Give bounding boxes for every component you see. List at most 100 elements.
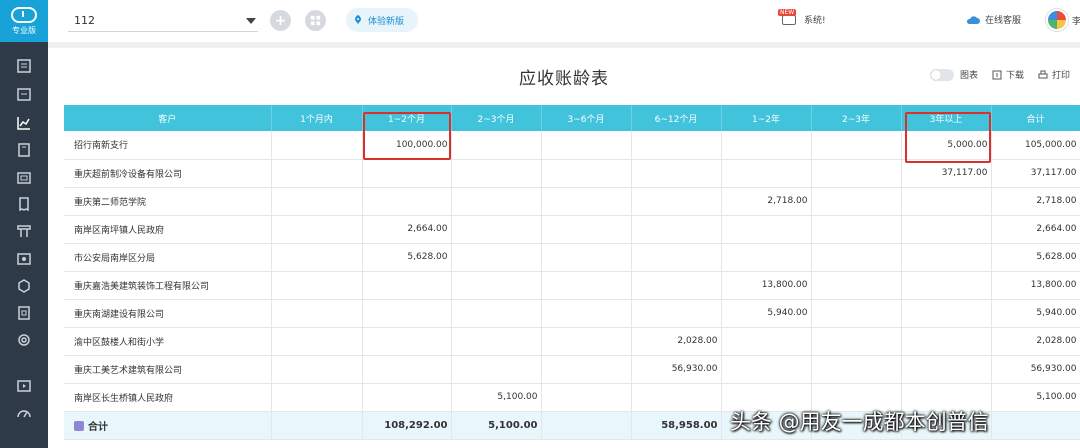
amount-cell <box>631 131 722 160</box>
customer-cell: 重庆第二师范学院 <box>64 187 272 216</box>
report-panel: 应收账龄表 图表 下载 打印 客户 1个月内 1~2个月 2~3个月 3~6个月… <box>48 42 1080 448</box>
user-name[interactable]: 李 <box>1072 14 1080 27</box>
column-header[interactable]: 1~2年 <box>721 105 812 131</box>
table-row[interactable]: 渝中区鼓楼人和街小学 2,028.00 2,028.00 <box>64 327 1080 356</box>
settings-icon[interactable] <box>14 330 34 350</box>
customer-cell: 南岸区南坪镇人民政府 <box>64 215 272 244</box>
column-header[interactable]: 客户 <box>64 105 272 131</box>
sidebar: 专业版 <box>0 0 48 448</box>
amount-cell <box>271 131 363 160</box>
print-label: 打印 <box>1051 71 1070 81</box>
column-header[interactable]: 6~12个月 <box>631 105 722 131</box>
amount-cell: 2,718.00 <box>991 187 1080 216</box>
column-header[interactable]: 2~3年 <box>811 105 902 131</box>
table-row[interactable]: 南岸区南坪镇人民政府 2,664.00 2,664.00 <box>64 215 1080 244</box>
inventory-icon[interactable] <box>14 276 34 296</box>
try-new-version-button[interactable]: 体验新版 <box>346 8 418 32</box>
amount-cell <box>811 271 902 300</box>
online-service-link[interactable]: 在线客服 <box>966 13 1021 26</box>
amount-cell: 13,800.00 <box>991 271 1080 300</box>
add-icon[interactable]: + <box>270 10 291 31</box>
amount-cell <box>271 215 363 244</box>
chart-toggle[interactable]: 图表 <box>929 68 978 81</box>
amount-cell <box>811 355 902 384</box>
download-button[interactable]: 下载 <box>992 68 1024 81</box>
invoice-icon[interactable] <box>14 194 34 214</box>
caret-down-icon <box>246 18 256 24</box>
customer-cell: 重庆超前制冷设备有限公司 <box>64 159 272 188</box>
amount-cell <box>901 215 992 244</box>
amount-cell <box>721 327 812 356</box>
amount-cell <box>271 187 363 216</box>
download-icon <box>992 70 1002 79</box>
app-logo[interactable]: 专业版 <box>0 0 48 42</box>
total-amount-cell <box>271 411 363 440</box>
column-header[interactable]: 3年以上 <box>901 105 992 131</box>
customer-cell: 招行南新支行 <box>64 131 272 160</box>
customer-cell: 重庆嘉浩美建筑装饰工程有限公司 <box>64 271 272 300</box>
service-cloud-icon <box>966 15 980 24</box>
amount-cell <box>541 327 632 356</box>
user-avatar[interactable] <box>1046 9 1068 31</box>
amount-cell <box>541 215 632 244</box>
amount-cell <box>811 159 902 188</box>
voucher-icon[interactable] <box>14 84 34 104</box>
asset-icon[interactable] <box>14 221 34 241</box>
amount-cell: 100,000.00 <box>362 131 452 160</box>
amount-cell <box>721 215 812 244</box>
amount-cell: 2,664.00 <box>362 215 452 244</box>
export-icon[interactable] <box>14 376 34 396</box>
table-row[interactable]: 招行南新支行 100,000.00 5,000.00 105,000.00 <box>64 131 1080 160</box>
amount-cell <box>721 355 812 384</box>
toggle-switch[interactable] <box>929 68 954 81</box>
table-row[interactable]: 重庆嘉浩美建筑装饰工程有限公司 13,800.00 13,800.00 <box>64 271 1080 300</box>
amount-cell <box>362 159 452 188</box>
table-row[interactable]: 重庆超前制冷设备有限公司 37,117.00 37,117.00 <box>64 159 1080 188</box>
amount-cell <box>451 131 542 160</box>
online-service-label: 在线客服 <box>985 16 1022 26</box>
ledger-select[interactable]: 112 <box>68 10 258 32</box>
printer-icon <box>1038 70 1048 78</box>
amount-cell <box>631 187 722 216</box>
table-row[interactable]: 重庆南湖建设有限公司 5,940.00 5,940.00 <box>64 299 1080 328</box>
speed-icon[interactable] <box>14 403 34 423</box>
grid-icon[interactable] <box>305 10 326 31</box>
amount-cell: 56,930.00 <box>991 355 1080 384</box>
customer-cell: 南岸区长生桥镇人民政府 <box>64 383 272 412</box>
cashier-icon[interactable] <box>14 167 34 187</box>
total-amount-cell: 5,100.00 <box>451 411 542 440</box>
table-row[interactable]: 重庆工美艺术建筑有限公司 56,930.00 56,930.00 <box>64 355 1080 384</box>
table-row[interactable]: 重庆第二师范学院 2,718.00 2,718.00 <box>64 187 1080 216</box>
amount-cell <box>631 243 722 272</box>
table-row[interactable]: 市公安局南岸区分局 5,628.00 5,628.00 <box>64 243 1080 272</box>
total-amount-cell <box>991 411 1080 440</box>
column-header[interactable]: 1个月内 <box>271 105 363 131</box>
amount-cell: 56,930.00 <box>631 355 722 384</box>
notice-label: 系统! <box>804 15 826 26</box>
system-notice[interactable]: NEW 系统! <box>778 9 826 26</box>
amount-cell <box>271 271 363 300</box>
document-icon[interactable] <box>14 56 34 76</box>
tax-icon[interactable] <box>14 303 34 323</box>
report-toolbar: 图表 下载 打印 <box>929 68 1070 81</box>
amount-cell <box>901 271 992 300</box>
top-bar: 112 + 体验新版 NEW 系统! 在线客服 李 <box>48 0 1080 42</box>
amount-cell <box>451 299 542 328</box>
column-header[interactable]: 1~2个月 <box>362 105 452 131</box>
cloud-logo-icon <box>11 6 37 23</box>
payroll-icon[interactable] <box>14 249 34 269</box>
report-chart-icon[interactable] <box>0 107 48 139</box>
amount-cell <box>362 187 452 216</box>
column-header[interactable]: 合计 <box>991 105 1080 131</box>
column-header[interactable]: 3~6个月 <box>541 105 632 131</box>
amount-cell: 2,028.00 <box>991 327 1080 356</box>
amount-cell <box>811 187 902 216</box>
amount-cell <box>541 355 632 384</box>
watermark: 头条 @用友一成都本创普信 <box>730 410 989 434</box>
page-title: 应收账龄表 <box>519 69 609 89</box>
customer-cell: 渝中区鼓楼人和街小学 <box>64 327 272 356</box>
ledger-icon[interactable] <box>14 140 34 160</box>
column-header[interactable]: 2~3个月 <box>451 105 542 131</box>
amount-cell <box>271 327 363 356</box>
print-button[interactable]: 打印 <box>1038 68 1070 81</box>
